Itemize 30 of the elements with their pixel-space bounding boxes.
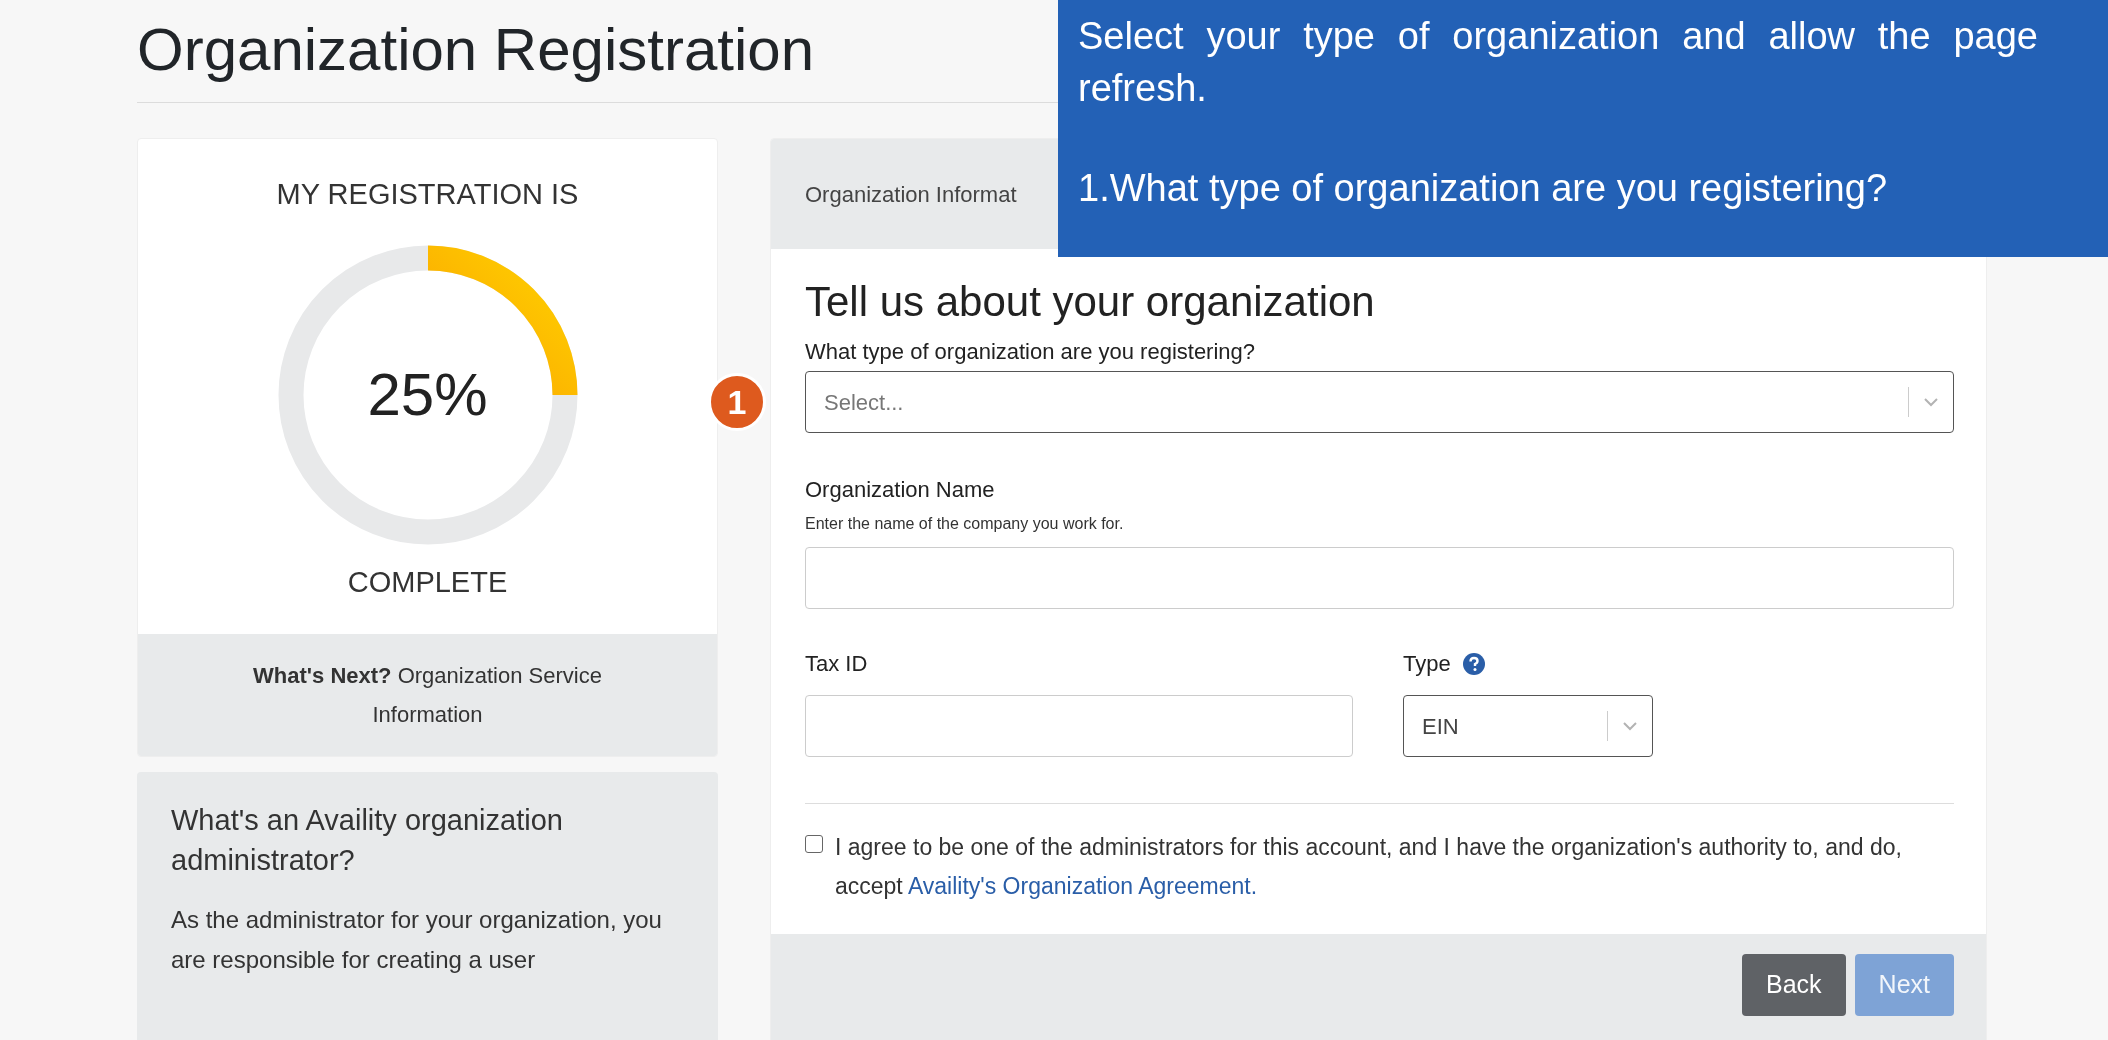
chevron-down-icon: [1923, 397, 1939, 407]
tax-id-field[interactable]: [805, 695, 1353, 757]
progress-percent: 25%: [366, 359, 489, 430]
field-label: Type: [1403, 650, 1451, 678]
agreement-link[interactable]: Availity's Organization Agreement.: [907, 873, 1258, 899]
admin-info-text: As the administrator for your organization, you are responsible for creating a user: [171, 905, 663, 975]
panel-header: Organization Informat: [805, 180, 1017, 209]
select-placeholder: Select...: [824, 388, 905, 417]
whats-next-text: What's Next? Organization Service Information: [252, 662, 603, 729]
instruction-text: Select your type of organization and allow the page refresh.: [1078, 14, 2038, 111]
form-title: Tell us about your organization: [805, 277, 1375, 327]
chevron-down-icon: [1622, 721, 1638, 731]
field-label: Tax ID: [805, 650, 868, 678]
organization-type-select[interactable]: Select...: [805, 371, 1954, 433]
field-label: Organization Name: [805, 476, 995, 504]
help-text: Enter the name of the company you work for.: [805, 514, 1124, 534]
organization-name-field[interactable]: [805, 547, 1954, 609]
agreement-text: I agree to be one of the administrators for this account, and I have the organization's authority to, and do, accept Availity's Organization Agreement.: [835, 833, 1903, 901]
progress-caption: COMPLETE: [347, 564, 508, 600]
agreement-checkbox[interactable]: [805, 835, 823, 853]
progress-heading: MY REGISTRATION IS: [276, 177, 579, 212]
instruction-question: 1.What type of organization are you registering?: [1078, 166, 1888, 211]
admin-info-title: What's an Availity organization administrator?: [171, 803, 564, 878]
back-button[interactable]: Back: [1742, 954, 1846, 1016]
select-value: EIN: [1422, 712, 1460, 741]
field-label: What type of organization are you registering?: [805, 338, 1256, 366]
help-icon[interactable]: [1462, 653, 1485, 675]
page-title: Organization Registration: [137, 15, 815, 85]
id-type-select[interactable]: EIN: [1403, 695, 1653, 757]
step-marker: 1: [708, 373, 766, 431]
